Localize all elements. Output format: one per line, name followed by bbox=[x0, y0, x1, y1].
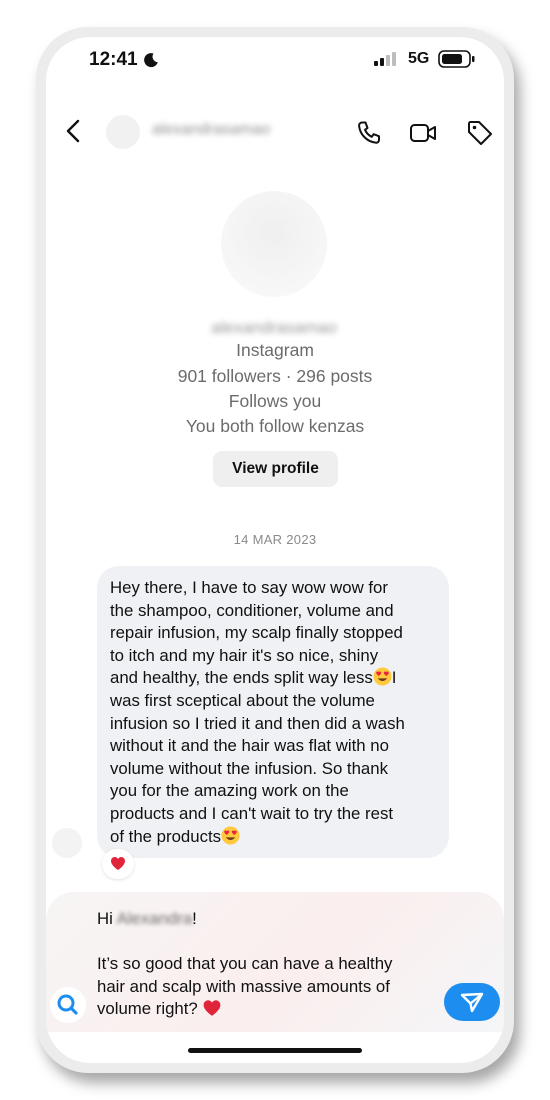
message-line: you for the amazing work on the bbox=[110, 781, 349, 801]
video-icon[interactable] bbox=[409, 119, 437, 147]
mutual-follow-label: You both follow kenzas bbox=[185, 416, 365, 436]
heart-icon bbox=[204, 1000, 221, 1017]
chat-header: alexandrasamao bbox=[46, 107, 504, 155]
greeting-prefix: Hi bbox=[97, 909, 117, 928]
dm-screen: 12:41 5G alexandrasamao alexandrasamao I… bbox=[46, 37, 504, 1063]
composer-line: It’s so good that you can have a healthy bbox=[97, 954, 393, 974]
follows-you-label: Follows you bbox=[228, 391, 322, 411]
message-line-suffix: I bbox=[391, 668, 397, 688]
greeting-name: Alexandra bbox=[116, 909, 193, 928]
search-button[interactable] bbox=[50, 987, 86, 1023]
message-line: without it and the hair was flat with no bbox=[110, 736, 389, 756]
message-line-text: and healthy, the ends split way less bbox=[110, 668, 373, 688]
message-line-text: of the products bbox=[110, 826, 222, 846]
composer-line: Hi Alexandra! bbox=[97, 908, 437, 931]
header-avatar[interactable] bbox=[106, 115, 140, 149]
signal-icon bbox=[374, 52, 396, 66]
message-line: volume without the infusion. So thank bbox=[110, 758, 388, 778]
home-indicator[interactable] bbox=[188, 1048, 362, 1053]
heart-eyes-emoji-icon bbox=[221, 826, 240, 845]
composer-blank-line bbox=[97, 931, 437, 954]
message-line: of the products bbox=[110, 826, 450, 849]
message-line: to itch and my hair it's so nice, shiny bbox=[110, 645, 379, 665]
message-line: and healthy, the ends split way less I bbox=[110, 667, 450, 690]
search-icon bbox=[57, 994, 78, 1015]
message-line: repair infusion, my scalp finally stoppe… bbox=[110, 623, 403, 643]
sender-avatar[interactable] bbox=[52, 828, 82, 858]
status-time: 12:41 bbox=[89, 49, 138, 70]
message-line: was first sceptical about the volume bbox=[110, 690, 375, 710]
view-profile-button[interactable]: View profile bbox=[213, 451, 338, 487]
composer-text[interactable]: Hi Alexandra! It’s so good that you can … bbox=[97, 908, 437, 1021]
message-line: products and I can't wait to try the res… bbox=[110, 803, 394, 823]
heart-icon bbox=[111, 857, 125, 870]
message-line: infusion so I tried it and then did a wa… bbox=[110, 713, 405, 733]
back-chevron-icon[interactable] bbox=[66, 119, 80, 143]
message-line: the shampoo, conditioner, volume and bbox=[110, 600, 394, 620]
send-button[interactable] bbox=[444, 983, 500, 1021]
battery-icon bbox=[438, 50, 475, 68]
moon-icon bbox=[144, 53, 158, 68]
composer-line: volume right? bbox=[97, 998, 437, 1021]
thread-date: 14 MAR 2023 bbox=[233, 532, 317, 547]
composer-line-text: volume right? bbox=[97, 999, 198, 1019]
header-username[interactable]: alexandrasamao bbox=[152, 121, 296, 137]
profile-stats: 901 followers · 296 posts bbox=[177, 366, 373, 386]
profile-avatar[interactable] bbox=[221, 191, 327, 297]
incoming-message-text: Hey there, I have to say wow wow for the… bbox=[110, 577, 450, 848]
network-label: 5G bbox=[408, 50, 430, 67]
heart-eyes-emoji-icon bbox=[373, 667, 392, 686]
message-reaction[interactable] bbox=[102, 849, 134, 879]
send-icon bbox=[460, 992, 484, 1013]
tag-icon[interactable] bbox=[466, 119, 494, 147]
greeting-suffix: ! bbox=[192, 909, 197, 928]
profile-name: alexandrasamao bbox=[211, 318, 337, 337]
phone-icon[interactable] bbox=[355, 119, 383, 147]
composer-line: hair and scalp with massive amounts of bbox=[97, 976, 390, 996]
phone-frame: 12:41 5G alexandrasamao alexandrasamao I… bbox=[36, 27, 514, 1073]
status-bar: 12:41 5G bbox=[46, 37, 504, 81]
message-line: Hey there, I have to say wow wow for bbox=[110, 578, 388, 597]
profile-platform: Instagram bbox=[236, 340, 314, 360]
